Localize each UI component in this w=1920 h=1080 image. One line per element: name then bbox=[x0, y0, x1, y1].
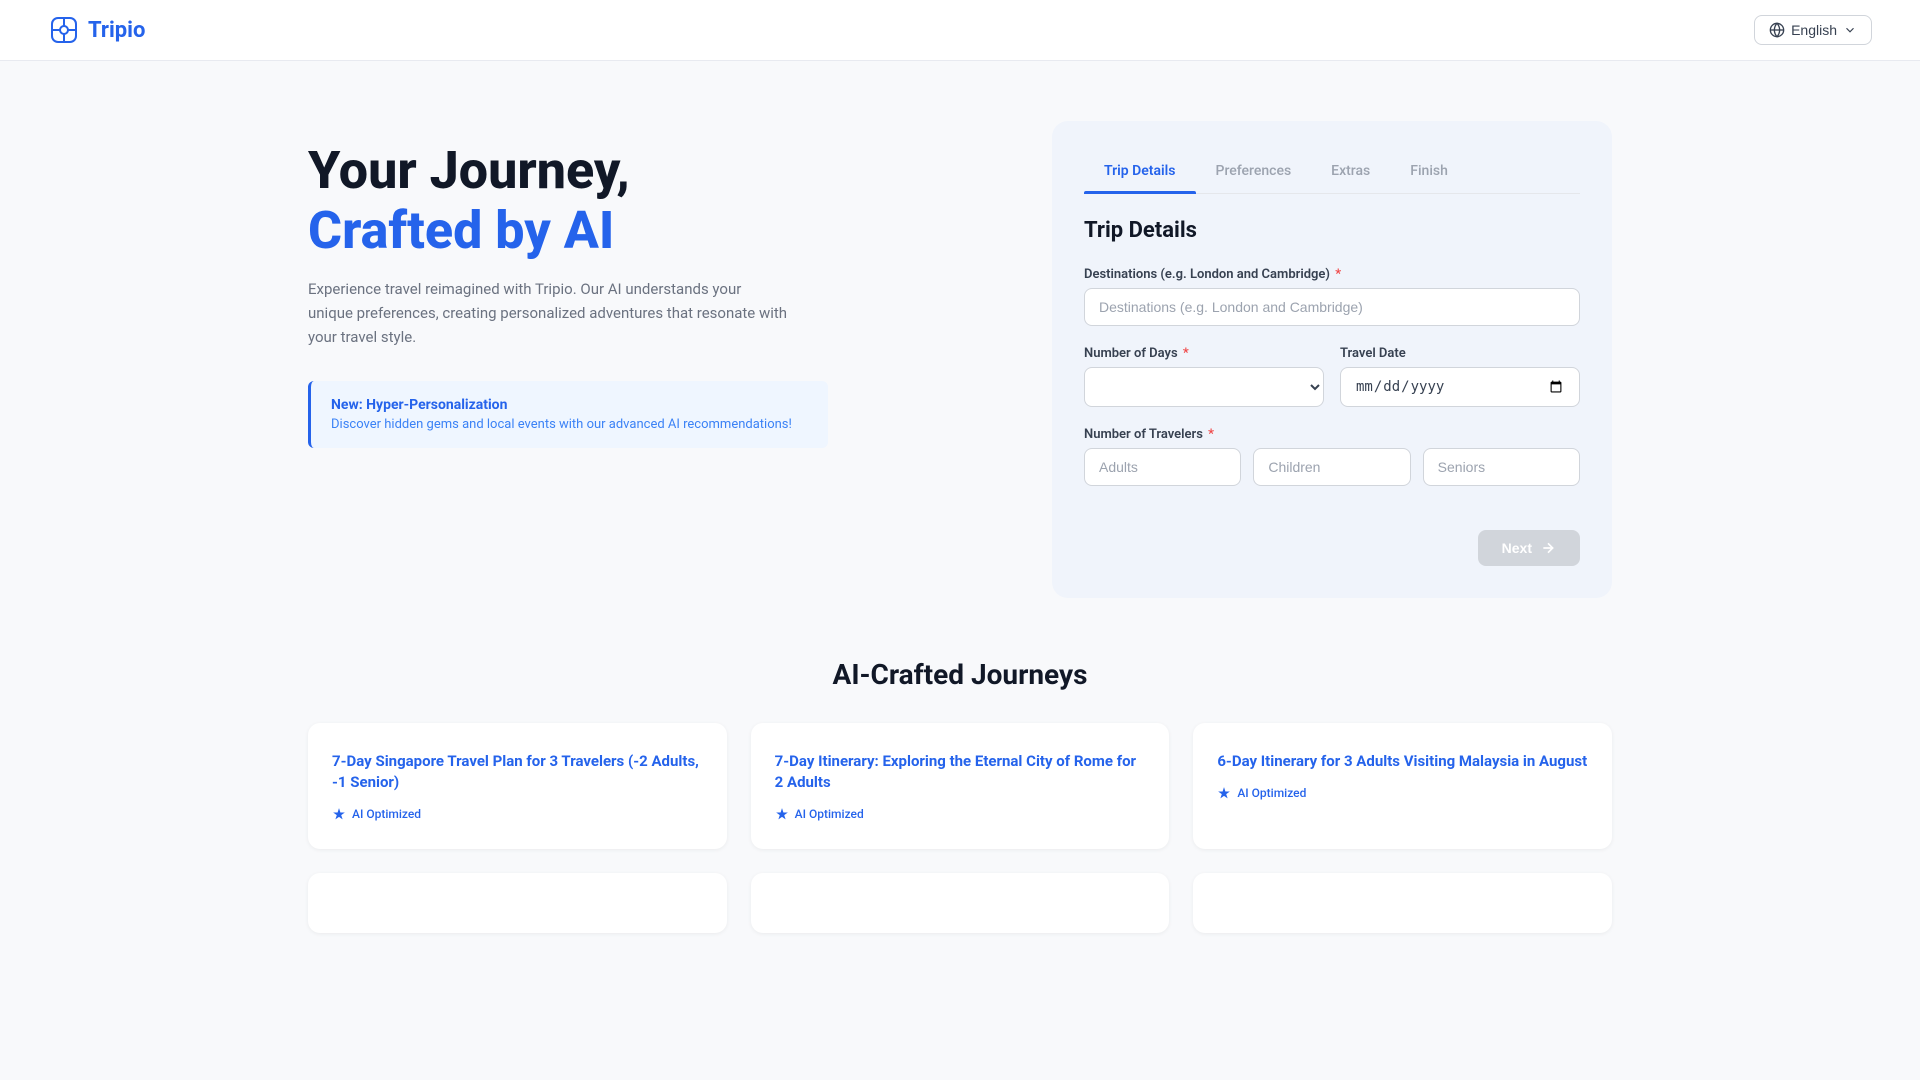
children-input[interactable] bbox=[1253, 448, 1410, 486]
highlight-desc: Discover hidden gems and local events wi… bbox=[331, 417, 808, 432]
tab-extras[interactable]: Extras bbox=[1311, 153, 1390, 193]
travel-date-label: Travel Date bbox=[1340, 346, 1580, 361]
hero-subtitle: Experience travel reimagined with Tripio… bbox=[308, 277, 788, 349]
journey-cards-grid: 7-Day Singapore Travel Plan for 3 Travel… bbox=[308, 723, 1612, 849]
travelers-required: * bbox=[1208, 427, 1214, 442]
journey-card-2-badge: AI Optimized bbox=[775, 807, 1146, 821]
journey-card-1-badge: AI Optimized bbox=[332, 807, 703, 821]
destinations-input[interactable] bbox=[1084, 288, 1580, 326]
travel-date-input[interactable] bbox=[1340, 367, 1580, 407]
next-button[interactable]: Next bbox=[1478, 530, 1580, 566]
adults-input[interactable] bbox=[1084, 448, 1241, 486]
hero-title-line2: Crafted by AI bbox=[308, 200, 614, 261]
journey-cards-bottom-grid bbox=[308, 873, 1612, 933]
hero-section: Your Journey, Crafted by AI Experience t… bbox=[308, 121, 1004, 598]
tab-trip-details[interactable]: Trip Details bbox=[1084, 153, 1196, 193]
destinations-required: * bbox=[1335, 267, 1341, 282]
tab-finish[interactable]: Finish bbox=[1390, 153, 1468, 193]
form-title: Trip Details bbox=[1084, 218, 1580, 243]
hero-title: Your Journey, Crafted by AI bbox=[308, 141, 1004, 261]
header: Tripio English bbox=[0, 0, 1920, 61]
globe-icon bbox=[1769, 22, 1785, 38]
days-select[interactable]: 1 2 3 4 5 6 7 10 14 bbox=[1084, 367, 1324, 407]
destinations-label: Destinations (e.g. London and Cambridge)… bbox=[1084, 267, 1580, 282]
journey-card-partial-2 bbox=[751, 873, 1170, 933]
journey-card-3-title: 6-Day Itinerary for 3 Adults Visiting Ma… bbox=[1217, 751, 1588, 772]
destinations-group: Destinations (e.g. London and Cambridge)… bbox=[1084, 267, 1580, 326]
tab-preferences[interactable]: Preferences bbox=[1196, 153, 1312, 193]
seniors-input[interactable] bbox=[1423, 448, 1580, 486]
highlight-title: New: Hyper-Personalization bbox=[331, 397, 808, 413]
language-label: English bbox=[1791, 22, 1837, 38]
journey-card-2: 7-Day Itinerary: Exploring the Eternal C… bbox=[751, 723, 1170, 849]
trip-card: Trip Details Preferences Extras Finish T… bbox=[1052, 121, 1612, 598]
tabs: Trip Details Preferences Extras Finish bbox=[1084, 153, 1580, 194]
next-label: Next bbox=[1502, 540, 1532, 556]
chevron-down-icon bbox=[1843, 23, 1857, 37]
travelers-inputs bbox=[1084, 448, 1580, 486]
language-button[interactable]: English bbox=[1754, 15, 1872, 45]
journey-card-3: 6-Day Itinerary for 3 Adults Visiting Ma… bbox=[1193, 723, 1612, 849]
travel-date-group: Travel Date bbox=[1340, 346, 1580, 407]
logo-icon bbox=[48, 14, 80, 46]
main-content: Your Journey, Crafted by AI Experience t… bbox=[260, 61, 1660, 638]
days-group: Number of Days * 1 2 3 4 5 6 7 10 14 bbox=[1084, 346, 1324, 407]
days-required: * bbox=[1183, 346, 1189, 361]
logo-text: Tripio bbox=[88, 18, 145, 43]
journey-card-3-badge: AI Optimized bbox=[1217, 786, 1588, 800]
journeys-title: AI-Crafted Journeys bbox=[308, 658, 1612, 691]
sparkle-icon bbox=[332, 807, 346, 821]
travelers-label: Number of Travelers * bbox=[1084, 427, 1580, 442]
travelers-group: Number of Travelers * bbox=[1084, 427, 1580, 486]
days-date-row: Number of Days * 1 2 3 4 5 6 7 10 14 bbox=[1084, 346, 1580, 427]
logo: Tripio bbox=[48, 14, 145, 46]
sparkle-icon bbox=[775, 807, 789, 821]
highlight-box: New: Hyper-Personalization Discover hidd… bbox=[308, 381, 828, 448]
journey-card-partial-3 bbox=[1193, 873, 1612, 933]
days-label: Number of Days * bbox=[1084, 346, 1324, 361]
journeys-section: AI-Crafted Journeys 7-Day Singapore Trav… bbox=[260, 638, 1660, 993]
journey-card-1: 7-Day Singapore Travel Plan for 3 Travel… bbox=[308, 723, 727, 849]
hero-title-line1: Your Journey, bbox=[308, 140, 630, 201]
journey-card-1-title: 7-Day Singapore Travel Plan for 3 Travel… bbox=[332, 751, 703, 793]
journey-card-2-title: 7-Day Itinerary: Exploring the Eternal C… bbox=[775, 751, 1146, 793]
arrow-right-icon bbox=[1540, 540, 1556, 556]
sparkle-icon bbox=[1217, 786, 1231, 800]
trip-details-form: Trip Details Destinations (e.g. London a… bbox=[1084, 218, 1580, 566]
journey-card-partial-1 bbox=[308, 873, 727, 933]
